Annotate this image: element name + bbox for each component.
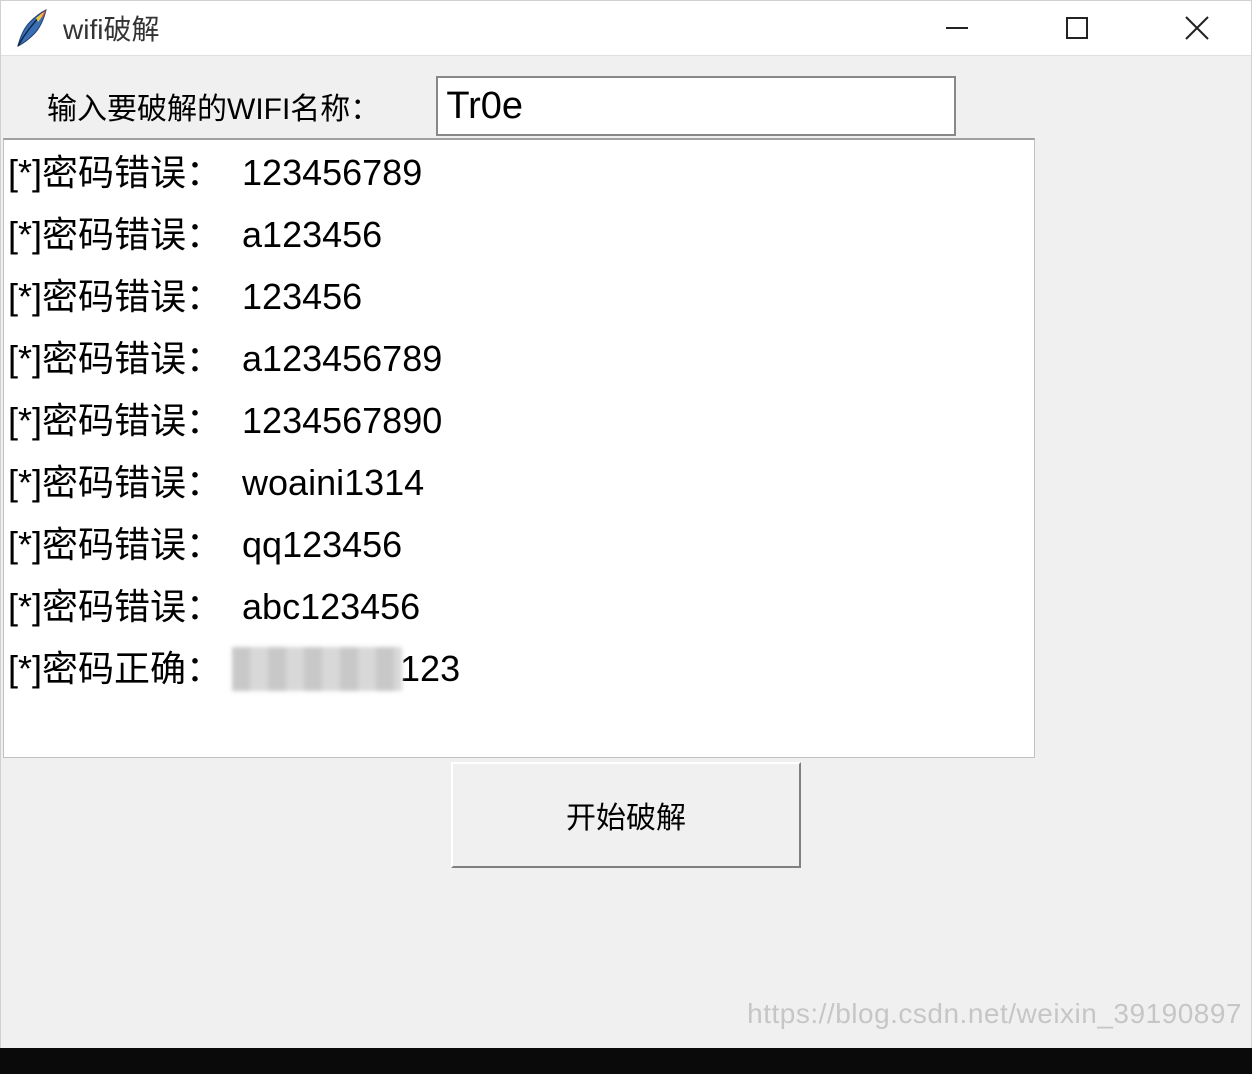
log-wrong-label: 密码错误： (42, 142, 222, 204)
content-area: 输入要破解的WIFI名称： [*]密码错误：123456789[*]密码错误：a… (1, 56, 1251, 868)
log-prefix: [*] (8, 390, 42, 452)
redacted-block (232, 647, 402, 691)
maximize-button[interactable] (1047, 8, 1107, 48)
button-row: 开始破解 (1, 758, 1251, 868)
log-value-suffix: 123 (400, 638, 460, 700)
wifi-name-label: 输入要破解的WIFI名称： (47, 84, 380, 128)
log-line: [*]密码错误： 123456 (8, 266, 1030, 328)
log-line: [*]密码错误： 1234567890 (8, 390, 1030, 452)
log-value: a123456789 (242, 328, 442, 390)
log-line: [*]密码正确： 123 (8, 638, 1030, 700)
log-prefix: [*] (8, 452, 42, 514)
log-correct-label: 密码正确： (42, 638, 222, 700)
titlebar: wifi破解 (1, 1, 1251, 56)
log-prefix: [*] (8, 328, 42, 390)
log-line: [*]密码错误： a123456 (8, 204, 1030, 266)
log-wrong-label: 密码错误： (42, 390, 222, 452)
log-line: [*]密码错误： abc123456 (8, 576, 1030, 638)
log-wrong-label: 密码错误： (42, 328, 222, 390)
log-value: 1234567890 (242, 390, 442, 452)
window-controls (927, 8, 1247, 48)
log-wrong-label: 密码错误： (42, 204, 222, 266)
wifi-input-row: 输入要破解的WIFI名称： (1, 66, 1251, 138)
log-prefix: [*] (8, 142, 42, 204)
log-wrong-label: 密码错误： (42, 576, 222, 638)
log-wrong-label: 密码错误： (42, 514, 222, 576)
tk-feather-icon (11, 8, 51, 48)
wifi-name-input[interactable] (436, 76, 956, 136)
minimize-button[interactable] (927, 8, 987, 48)
log-value: a123456 (242, 204, 382, 266)
log-value: woaini1314 (242, 452, 424, 514)
start-crack-button[interactable]: 开始破解 (451, 762, 801, 868)
log-prefix: [*] (8, 266, 42, 328)
log-prefix: [*] (8, 638, 42, 700)
log-prefix: [*] (8, 576, 42, 638)
bottom-strip (0, 1048, 1252, 1074)
log-value: abc123456 (242, 576, 420, 638)
log-wrong-label: 密码错误： (42, 452, 222, 514)
log-value: 123456 (242, 266, 362, 328)
log-value: 123456789 (242, 142, 422, 204)
log-line: [*]密码错误： a123456789 (8, 328, 1030, 390)
log-output: [*]密码错误：123456789[*]密码错误：a123456[*]密码错误：… (3, 138, 1035, 758)
window-title: wifi破解 (63, 8, 927, 48)
log-value: qq123456 (242, 514, 402, 576)
log-prefix: [*] (8, 204, 42, 266)
log-line: [*]密码错误： 123456789 (8, 142, 1030, 204)
log-line: [*]密码错误： woaini1314 (8, 452, 1030, 514)
app-window: wifi破解 输入要破解的WIFI名称： [*]密码错误：123456789[*… (0, 0, 1252, 1074)
log-prefix: [*] (8, 514, 42, 576)
log-wrong-label: 密码错误： (42, 266, 222, 328)
log-line: [*]密码错误： qq123456 (8, 514, 1030, 576)
close-button[interactable] (1167, 8, 1227, 48)
